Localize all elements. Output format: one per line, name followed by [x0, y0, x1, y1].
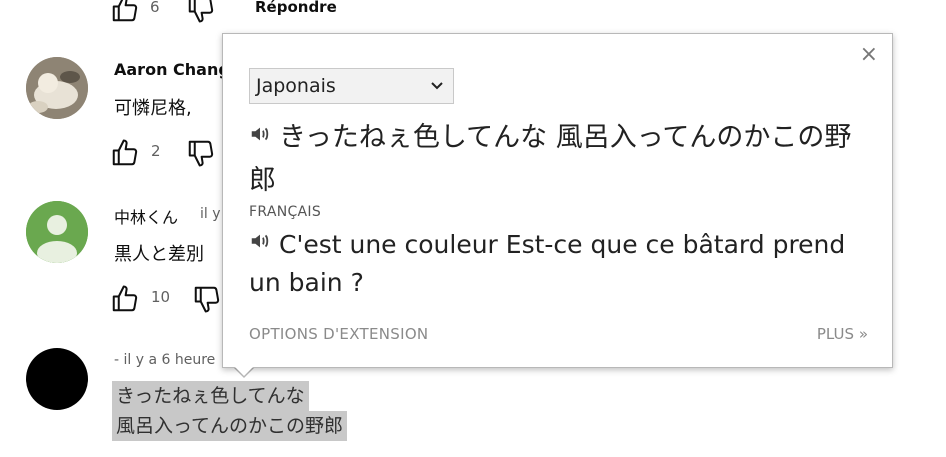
like-button[interactable]	[110, 0, 140, 24]
target-language-label: FRANÇAIS	[249, 204, 322, 220]
avatar[interactable]	[26, 201, 88, 263]
like-button[interactable]	[110, 138, 140, 168]
close-button[interactable]: ×	[860, 42, 878, 67]
like-count: 6	[150, 0, 160, 16]
like-count: 10	[151, 288, 171, 306]
comment-text: 黒人と差別	[114, 244, 204, 265]
comment-timestamp[interactable]: il y	[200, 206, 221, 222]
speaker-icon[interactable]	[249, 115, 271, 158]
thumbs-up-icon	[112, 139, 138, 166]
translated-text-content: C'est une couleur Est-ce que ce bâtard p…	[249, 230, 846, 297]
thumbs-up-icon	[112, 285, 138, 312]
source-text-content: きったねぇ色してんな 風呂入ってんのかこの野郎	[249, 122, 852, 196]
dislike-button[interactable]	[186, 0, 216, 24]
source-language-select[interactable]: Japonais	[249, 68, 454, 104]
comment-timestamp[interactable]: - il y a 6 heure	[114, 352, 215, 368]
comment-text: 可憐尼格,	[114, 98, 192, 119]
comment-author[interactable]: Aaron Chang	[114, 60, 230, 79]
more-link[interactable]: PLUS »	[817, 325, 868, 343]
popup-arrow-fill	[233, 365, 255, 376]
extension-options-link[interactable]: OPTIONS D'EXTENSION	[249, 325, 428, 343]
dislike-button[interactable]	[186, 138, 216, 168]
selected-text-line: きったねぇ色してんな	[112, 381, 309, 411]
translation-popup: × Japonais きったねぇ色してんな 風呂入ってんのかこの野郎 FRANÇ…	[222, 33, 893, 368]
selected-text-line: 風呂入ってんのかこの野郎	[112, 411, 348, 441]
dislike-button[interactable]	[192, 284, 222, 314]
avatar[interactable]	[26, 348, 88, 410]
like-count: 2	[151, 142, 161, 160]
reply-button[interactable]: Répondre	[255, 0, 337, 16]
source-language-value: Japonais	[256, 75, 336, 97]
chevron-down-icon	[431, 82, 443, 90]
speaker-icon[interactable]	[249, 225, 271, 263]
source-text: きったねぇ色してんな 風呂入ってんのかこの野郎	[249, 116, 869, 202]
thumbs-up-icon	[112, 0, 138, 22]
comment-author[interactable]: 中林くん	[114, 204, 178, 228]
thumbs-down-icon	[194, 286, 220, 313]
thumbs-down-icon	[188, 140, 214, 167]
comment-text: きったねぇ色してんな 風呂入ってんのかこの野郎	[112, 381, 348, 441]
translated-text: C'est une couleur Est-ce que ce bâtard p…	[249, 226, 869, 302]
thumbs-down-icon	[188, 0, 214, 23]
like-button[interactable]	[110, 284, 140, 314]
avatar[interactable]	[26, 57, 88, 119]
